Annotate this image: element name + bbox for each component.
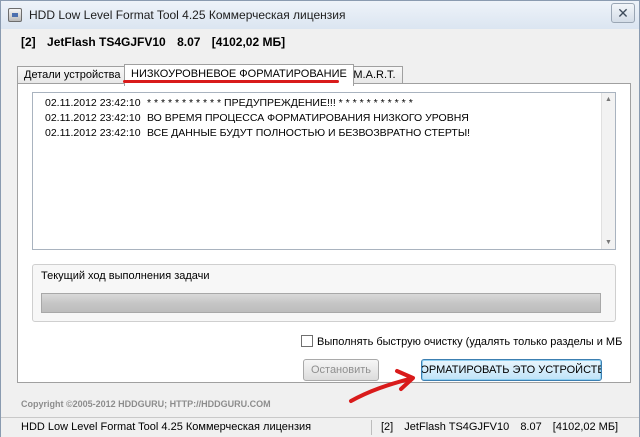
quick-clean-option[interactable]: Выполнять быструю очистку (удалять тольк… bbox=[301, 335, 639, 349]
log-time: 02.11.2012 23:42:10 bbox=[45, 97, 141, 109]
scroll-down-icon[interactable]: ▼ bbox=[602, 236, 615, 249]
log-entry: 02.11.2012 23:42:10 ВСЕ ДАННЫЕ БУДУТ ПОЛН… bbox=[45, 127, 470, 142]
status-app-info: HDD Low Level Format Tool 4.25 Коммерчес… bbox=[21, 421, 312, 433]
progress-bar bbox=[41, 293, 601, 313]
status-device-firmware: 8.07 bbox=[520, 421, 542, 433]
log-time: 02.11.2012 23:42:10 bbox=[45, 112, 141, 124]
log-text: * * * * * * * * * * * ПРЕДУПРЕЖДЕНИЕ!!! … bbox=[147, 97, 413, 109]
window-title: HDD Low Level Format Tool 4.25 Коммерчес… bbox=[29, 8, 346, 22]
app-window: HDD Low Level Format Tool 4.25 Коммерчес… bbox=[0, 0, 640, 437]
quick-clean-label: Выполнять быструю очистку (удалять тольк… bbox=[317, 336, 623, 348]
red-arrow-annotation bbox=[349, 369, 415, 403]
quick-clean-checkbox[interactable] bbox=[301, 335, 313, 347]
status-device-info: [2] JetFlash TS4GJFV10 8.07 [4102,02 МБ] bbox=[381, 421, 626, 433]
scroll-up-icon[interactable]: ▲ bbox=[602, 93, 615, 106]
device-size: [4102,02 МБ] bbox=[211, 35, 286, 49]
log-entry: 02.11.2012 23:42:10 * * * * * * * * * * *… bbox=[45, 97, 470, 112]
format-device-button[interactable]: ФОРМАТИРОВАТЬ ЭТО УСТРОЙСТВО bbox=[421, 359, 602, 381]
selected-device-info: [2] JetFlash TS4GJFV10 8.07 [4102,02 МБ] bbox=[21, 35, 293, 49]
status-device-size: [4102,02 МБ] bbox=[552, 421, 619, 433]
status-device-index: [2] bbox=[381, 421, 394, 433]
log-scrollbar[interactable]: ▲ ▼ bbox=[601, 93, 615, 249]
device-name: JetFlash TS4GJFV10 bbox=[47, 35, 166, 49]
status-device-name: JetFlash TS4GJFV10 bbox=[404, 421, 510, 433]
device-index: [2] bbox=[21, 35, 36, 49]
title-bar: HDD Low Level Format Tool 4.25 Коммерчес… bbox=[1, 1, 639, 29]
progress-label: Текущий ход выполнения задачи bbox=[41, 270, 210, 282]
log-entry: 02.11.2012 23:42:10 ВО ВРЕМЯ ПРОЦЕССА ФОР… bbox=[45, 112, 470, 127]
log-text: ВСЕ ДАННЫЕ БУДУТ ПОЛНОСТЬЮ И БЕЗВОЗВРАТН… bbox=[147, 127, 471, 139]
log-list[interactable]: 02.11.2012 23:42:10 * * * * * * * * * * *… bbox=[32, 92, 616, 250]
progress-group: Текущий ход выполнения задачи bbox=[32, 264, 616, 322]
close-button[interactable]: ✕ bbox=[611, 3, 635, 23]
log-time: 02.11.2012 23:42:10 bbox=[45, 127, 141, 139]
close-icon: ✕ bbox=[617, 5, 629, 21]
hdd-tool-icon bbox=[8, 8, 22, 22]
log-text: ВО ВРЕМЯ ПРОЦЕССА ФОРМАТИРОВАНИЯ НИЗКОГО… bbox=[147, 112, 469, 124]
copyright-text: Copyright ©2005-2012 HDDGURU; HTTP://HDD… bbox=[21, 399, 271, 409]
red-underline-annotation bbox=[123, 80, 339, 83]
status-divider bbox=[371, 420, 372, 435]
device-firmware: 8.07 bbox=[177, 35, 201, 49]
status-bar: HDD Low Level Format Tool 4.25 Коммерчес… bbox=[1, 417, 639, 437]
